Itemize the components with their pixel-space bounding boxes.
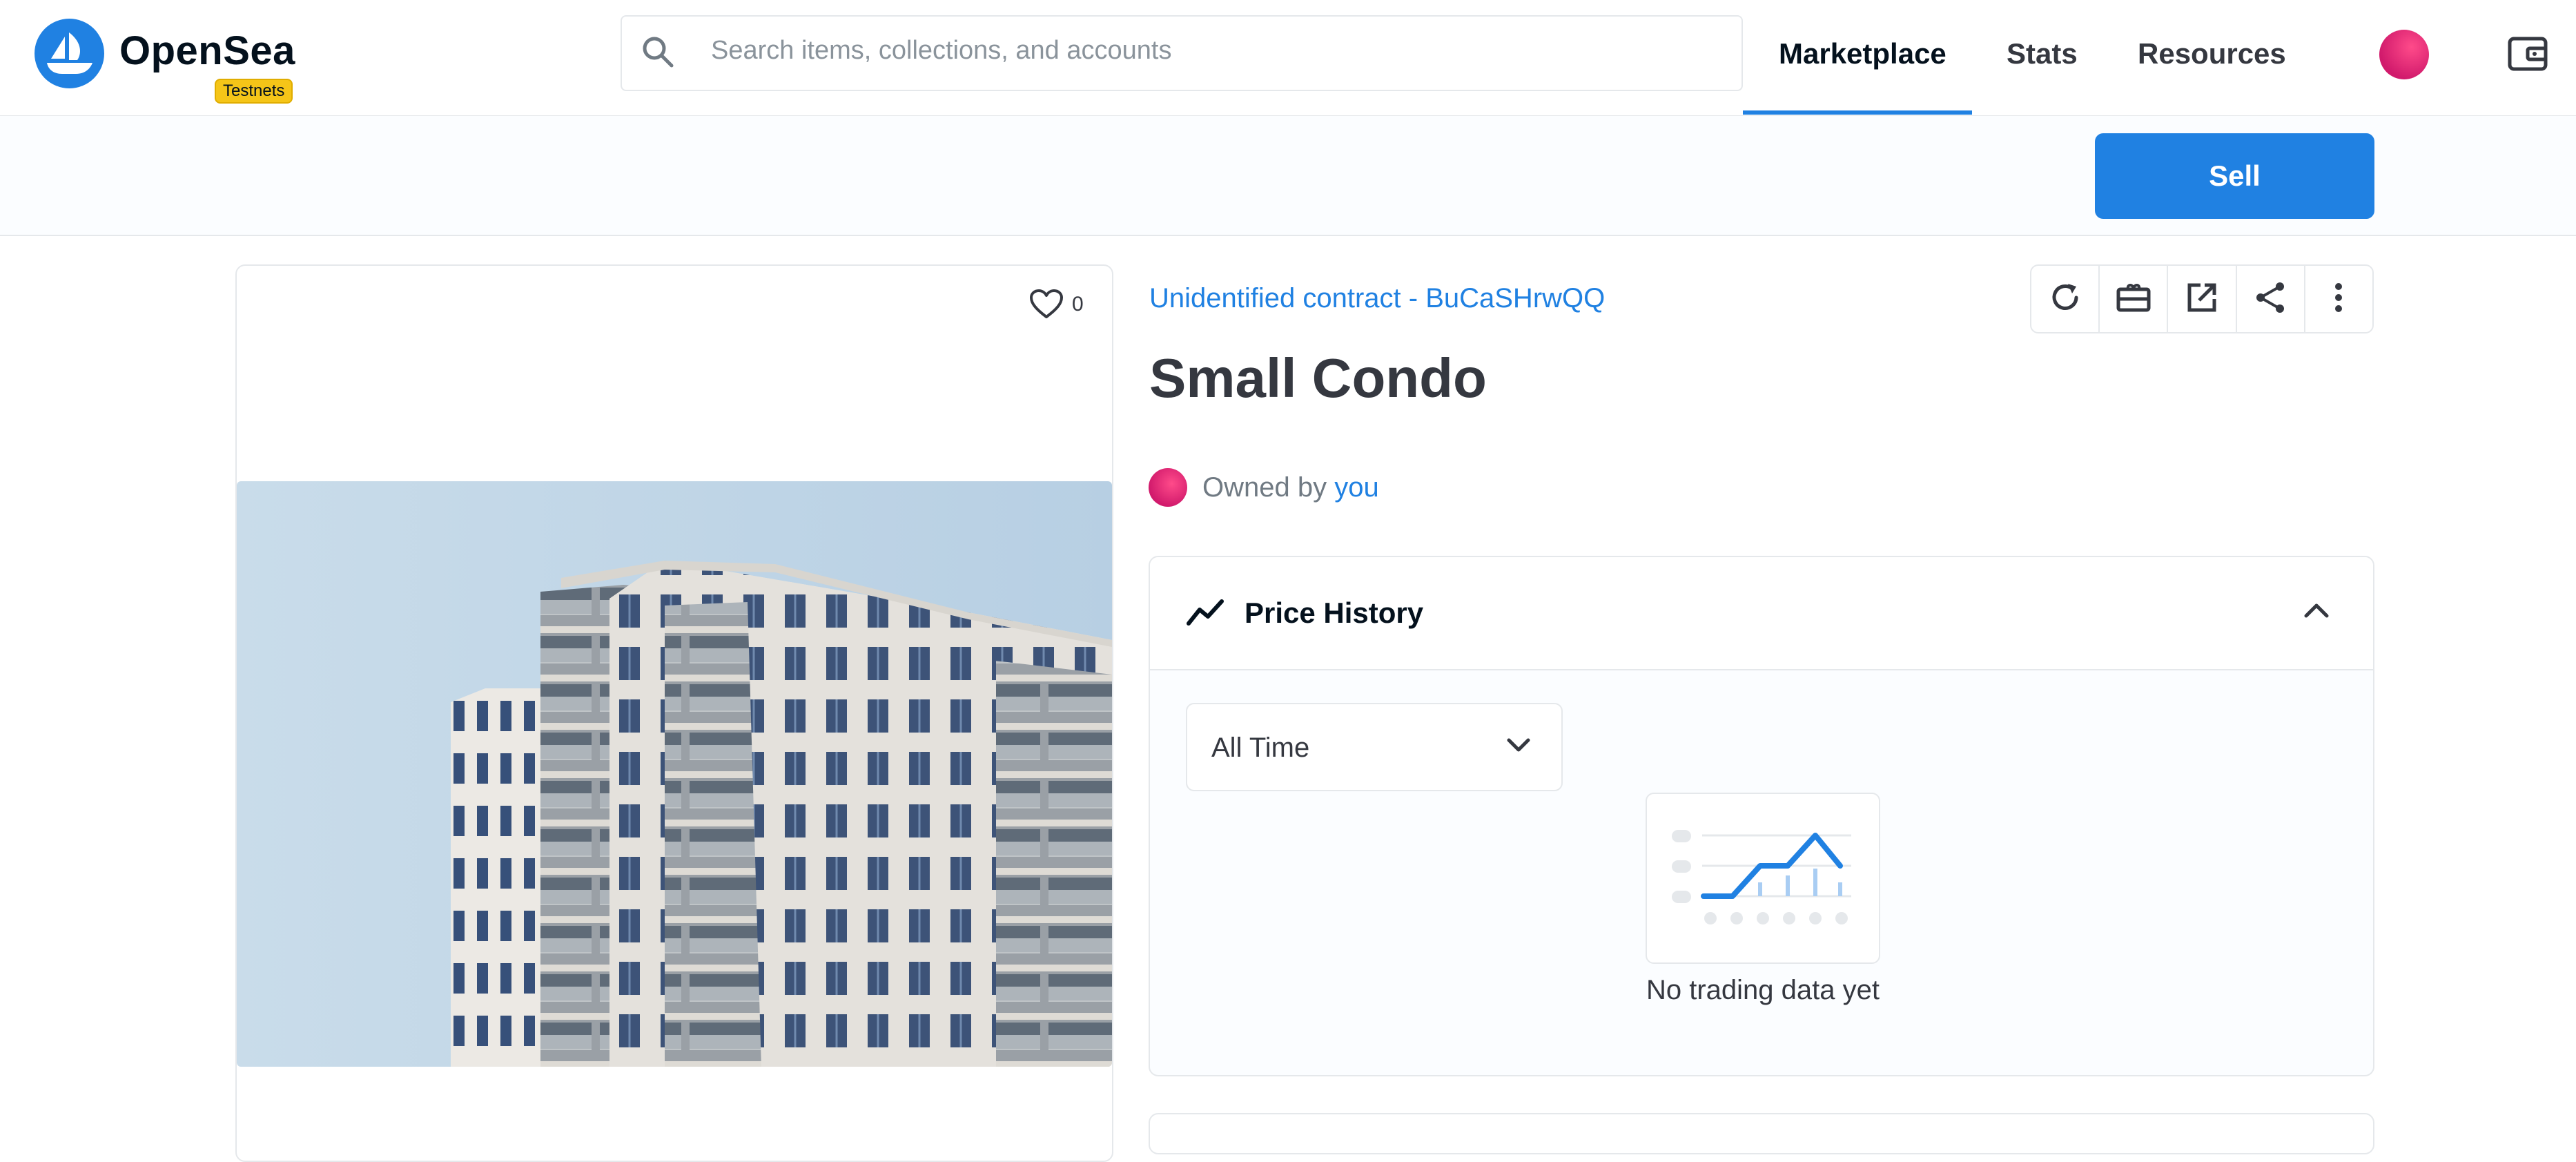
time-range-value: All Time bbox=[1211, 733, 1310, 763]
owner-link[interactable]: you bbox=[1334, 472, 1379, 503]
owned-by-label: Owned by bbox=[1202, 472, 1327, 503]
transfer-button[interactable] bbox=[2100, 266, 2169, 332]
empty-chart-illustration bbox=[1646, 793, 1880, 964]
search-input[interactable] bbox=[711, 36, 1733, 66]
opensea-logo-icon[interactable] bbox=[35, 19, 104, 88]
wallet-icon[interactable] bbox=[2506, 32, 2550, 79]
nav-stats[interactable]: Stats bbox=[2007, 37, 2078, 70]
chevron-up-icon[interactable] bbox=[2302, 599, 2331, 623]
asset-title: Small Condo bbox=[1149, 347, 1487, 409]
transfer-icon bbox=[2114, 280, 2153, 319]
next-panel bbox=[1149, 1113, 2374, 1154]
collection-link[interactable]: Unidentified contract - BuCaSHrwQQ bbox=[1149, 283, 1605, 314]
external-link-icon bbox=[2184, 280, 2220, 319]
active-nav-indicator bbox=[1743, 110, 1972, 115]
price-history-title: Price History bbox=[1245, 597, 1424, 629]
open-external-button[interactable] bbox=[2168, 266, 2237, 332]
profile-avatar[interactable] bbox=[2379, 30, 2429, 79]
refresh-button[interactable] bbox=[2031, 266, 2100, 332]
chevron-down-icon bbox=[1505, 736, 1532, 759]
favorite-count: 0 bbox=[1072, 293, 1084, 316]
share-icon bbox=[2252, 280, 2288, 319]
refresh-icon bbox=[2047, 280, 2083, 319]
logo-wordmark[interactable]: OpenSea bbox=[119, 28, 295, 74]
more-icon bbox=[2332, 280, 2345, 319]
sell-button[interactable]: Sell bbox=[2095, 133, 2374, 219]
owned-by-text: Owned by you bbox=[1202, 472, 1379, 503]
heart-icon[interactable] bbox=[1028, 288, 1064, 323]
testnets-badge: Testnets bbox=[215, 79, 293, 104]
share-button[interactable] bbox=[2237, 266, 2305, 332]
owner-avatar[interactable] bbox=[1149, 468, 1187, 507]
nav-marketplace[interactable]: Marketplace bbox=[1779, 37, 1946, 70]
search-icon bbox=[641, 35, 675, 72]
trend-line-icon bbox=[1186, 596, 1227, 631]
asset-toolbar bbox=[2030, 264, 2374, 333]
asset-image[interactable] bbox=[237, 481, 1112, 1067]
no-trading-data-message: No trading data yet bbox=[1646, 975, 1880, 1005]
more-options-button[interactable] bbox=[2305, 266, 2372, 332]
nav-resources[interactable]: Resources bbox=[2138, 37, 2286, 70]
